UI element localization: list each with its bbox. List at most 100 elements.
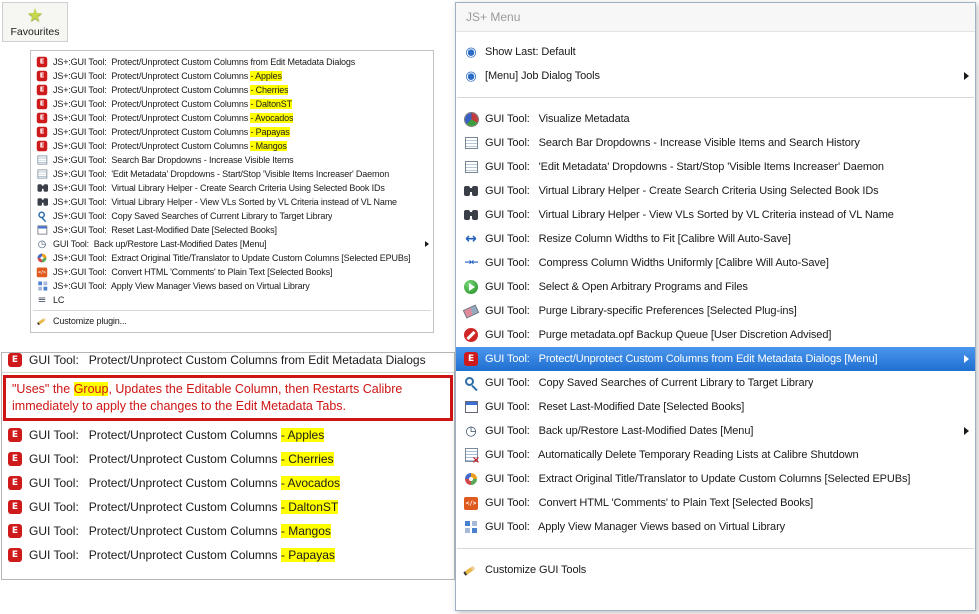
menu-item[interactable]: JS+:GUI Tool: Protect/Unprotect Custom C… — [31, 69, 433, 83]
extract-icon — [463, 471, 479, 487]
menu-item[interactable]: GUI Tool: Protect/Unprotect Custom Colum… — [2, 543, 454, 567]
menu-item-text: GUI Tool: Apply View Manager Views based… — [485, 521, 786, 533]
menu-item[interactable]: JS+:GUI Tool: Protect/Unprotect Custom C… — [31, 83, 433, 97]
combobox-icon — [463, 159, 479, 175]
menu-item[interactable]: GUI Tool: Automatically Delete Temporary… — [456, 443, 975, 467]
menu-item[interactable]: GUI Tool: Protect/Unprotect Custom Colum… — [2, 353, 454, 372]
menu-item-label: GUI Tool: Protect/Unprotect Custom Colum… — [29, 499, 339, 514]
eraser-icon — [463, 303, 479, 319]
menu-item[interactable]: Customize GUI Tools — [456, 558, 975, 582]
protect-columns-icon — [37, 56, 48, 68]
submenu-arrow-icon — [964, 355, 969, 363]
extract-icon — [37, 252, 48, 264]
compress-icon — [463, 255, 479, 271]
menu-separator — [2, 372, 454, 373]
menu-item[interactable]: GUI Tool: Convert HTML 'Comments' to Pla… — [456, 491, 975, 515]
menu-item[interactable]: GUI Tool: Resize Column Widths to Fit [C… — [456, 227, 975, 251]
menu-item[interactable]: GUI Tool: Back up/Restore Last-Modified … — [31, 237, 433, 251]
menu-item-text: JS+:GUI Tool: Protect/Unprotect Custom C… — [53, 99, 251, 109]
menu-item-highlight: - Apples — [250, 71, 282, 81]
menu-item-label: Show Last: Default — [485, 46, 576, 58]
menu-item[interactable]: Customize plugin... — [31, 314, 433, 328]
menu-item[interactable]: GUI Tool: Search Bar Dropdowns - Increas… — [456, 131, 975, 155]
menu-item[interactable]: JS+:GUI Tool: Protect/Unprotect Custom C… — [31, 97, 433, 111]
menu-item[interactable]: GUI Tool: Protect/Unprotect Custom Colum… — [2, 519, 454, 543]
menu-item[interactable]: JS+:GUI Tool: Protect/Unprotect Custom C… — [31, 125, 433, 139]
menu-item-text: GUI Tool: Extract Original Title/Transla… — [485, 473, 911, 485]
menu-item-label: GUI Tool: Back up/Restore Last-Modified … — [485, 425, 753, 437]
menu-item[interactable]: GUI Tool: Protect/Unprotect Custom Colum… — [456, 347, 975, 371]
menu-item[interactable]: JS+:GUI Tool: Virtual Library Helper - C… — [31, 181, 433, 195]
menu-item-label: JS+:GUI Tool: Apply View Manager Views b… — [53, 281, 310, 291]
backup-dates-icon — [463, 423, 479, 439]
menu-item-label: JS+:GUI Tool: Protect/Unprotect Custom C… — [53, 99, 292, 109]
menu-item-label: GUI Tool: Protect/Unprotect Custom Colum… — [29, 353, 426, 367]
menu-item[interactable]: GUI Tool: Back up/Restore Last-Modified … — [456, 419, 975, 443]
binoculars-icon — [37, 196, 48, 208]
annotation-callout: "Uses" the Group, Updates the Editable C… — [3, 375, 453, 421]
menu-item-label: JS+:GUI Tool: Reset Last-Modified Date [… — [53, 225, 277, 235]
menu-item[interactable]: JS+:GUI Tool: Copy Saved Searches of Cur… — [31, 209, 433, 223]
menu-item[interactable]: JS+:GUI Tool: Protect/Unprotect Custom C… — [31, 139, 433, 153]
menu-item[interactable]: GUI Tool: Protect/Unprotect Custom Colum… — [2, 495, 454, 519]
menu-item[interactable]: GUI Tool: Protect/Unprotect Custom Colum… — [2, 471, 454, 495]
menu-item-label: JS+:GUI Tool: Protect/Unprotect Custom C… — [53, 85, 289, 95]
menu-item[interactable]: GUI Tool: 'Edit Metadata' Dropdowns - St… — [456, 155, 975, 179]
copy-searches-icon — [463, 375, 479, 391]
menu-item-highlight: - Mangos — [280, 523, 331, 538]
menu-item[interactable]: GUI Tool: Visualize Metadata — [456, 107, 975, 131]
menu-item[interactable]: JS+:GUI Tool: Reset Last-Modified Date [… — [31, 223, 433, 237]
menu-item-highlight: - DaltonST — [280, 499, 339, 514]
combobox-icon — [37, 154, 48, 166]
menu-item[interactable]: LC — [31, 293, 433, 307]
menu-item-label: GUI Tool: Purge metadata.opf Backup Queu… — [485, 329, 831, 341]
menu-item-text: GUI Tool: Protect/Unprotect Custom Colum… — [29, 451, 281, 466]
eye-icon — [463, 44, 479, 60]
menu-item[interactable]: GUI Tool: Virtual Library Helper - Creat… — [456, 179, 975, 203]
pie-chart-icon — [463, 111, 479, 127]
menu-item[interactable]: JS+:GUI Tool: Apply View Manager Views b… — [31, 279, 433, 293]
menu-item-text: GUI Tool: Protect/Unprotect Custom Colum… — [29, 547, 281, 562]
menu-item-label: GUI Tool: Resize Column Widths to Fit [C… — [485, 233, 791, 245]
menu-item-label: GUI Tool: Virtual Library Helper - Creat… — [485, 185, 879, 197]
menu-item-label: GUI Tool: Compress Column Widths Uniform… — [485, 257, 829, 269]
menu-item[interactable]: GUI Tool: Virtual Library Helper - View … — [456, 203, 975, 227]
menu-item[interactable]: JS+:GUI Tool: Virtual Library Helper - V… — [31, 195, 433, 209]
menu-item-text: GUI Tool: Reset Last-Modified Date [Sele… — [485, 401, 745, 413]
menu-item[interactable]: JS+:GUI Tool: 'Edit Metadata' Dropdowns … — [31, 167, 433, 181]
menu-item-label: GUI Tool: Automatically Delete Temporary… — [485, 449, 859, 461]
menu-item-text: JS+:GUI Tool: Protect/Unprotect Custom C… — [53, 57, 356, 67]
menu-item[interactable]: JS+:GUI Tool: Protect/Unprotect Custom C… — [31, 111, 433, 125]
menu-item[interactable]: JS+:GUI Tool: Search Bar Dropdowns - Inc… — [31, 153, 433, 167]
submenu-arrow-icon — [425, 241, 429, 247]
menu-item-highlight: - Apples — [280, 427, 325, 442]
menu-item[interactable]: JS+:GUI Tool: Extract Original Title/Tra… — [31, 251, 433, 265]
menu-item[interactable]: GUI Tool: Purge Library-specific Prefere… — [456, 299, 975, 323]
menu-item[interactable]: [Menu] Job Dialog Tools — [456, 64, 975, 88]
menu-item-label: GUI Tool: Extract Original Title/Transla… — [485, 473, 910, 485]
favourites-button[interactable]: Favourites — [2, 2, 68, 42]
menu-item[interactable]: GUI Tool: Compress Column Widths Uniform… — [456, 251, 975, 275]
menu-item[interactable]: JS+:GUI Tool: Convert HTML 'Comments' to… — [31, 265, 433, 279]
menu-item[interactable]: GUI Tool: Protect/Unprotect Custom Colum… — [2, 423, 454, 447]
menu-item[interactable]: GUI Tool: Select & Open Arbitrary Progra… — [456, 275, 975, 299]
annotation-highlight: Group — [73, 382, 109, 396]
menu-item[interactable]: GUI Tool: Apply View Manager Views based… — [456, 515, 975, 539]
menu-item[interactable]: GUI Tool: Copy Saved Searches of Current… — [456, 371, 975, 395]
menu-item-text: GUI Tool: Protect/Unprotect Custom Colum… — [29, 523, 281, 538]
menu-item[interactable]: GUI Tool: Protect/Unprotect Custom Colum… — [2, 447, 454, 471]
menu-item-text: GUI Tool: Back up/Restore Last-Modified … — [485, 425, 754, 437]
menu-item[interactable]: Show Last: Default — [456, 40, 975, 64]
menu-item[interactable]: GUI Tool: Purge metadata.opf Backup Queu… — [456, 323, 975, 347]
menu-item[interactable]: JS+:GUI Tool: Protect/Unprotect Custom C… — [31, 55, 433, 69]
menu-item-label: GUI Tool: Protect/Unprotect Custom Colum… — [29, 427, 325, 442]
window-titlebar[interactable]: JS+ Menu — [456, 3, 975, 32]
binoculars-icon — [37, 182, 48, 194]
menu-item[interactable]: GUI Tool: Reset Last-Modified Date [Sele… — [456, 395, 975, 419]
convert-html-icon — [37, 266, 48, 278]
resize-icon — [463, 231, 479, 247]
menu-item-text: GUI Tool: Virtual Library Helper - Creat… — [485, 185, 879, 197]
reset-date-icon — [463, 399, 479, 415]
menu-item[interactable]: GUI Tool: Extract Original Title/Transla… — [456, 467, 975, 491]
menu-item-text: JS+:GUI Tool: Reset Last-Modified Date [… — [53, 225, 277, 235]
